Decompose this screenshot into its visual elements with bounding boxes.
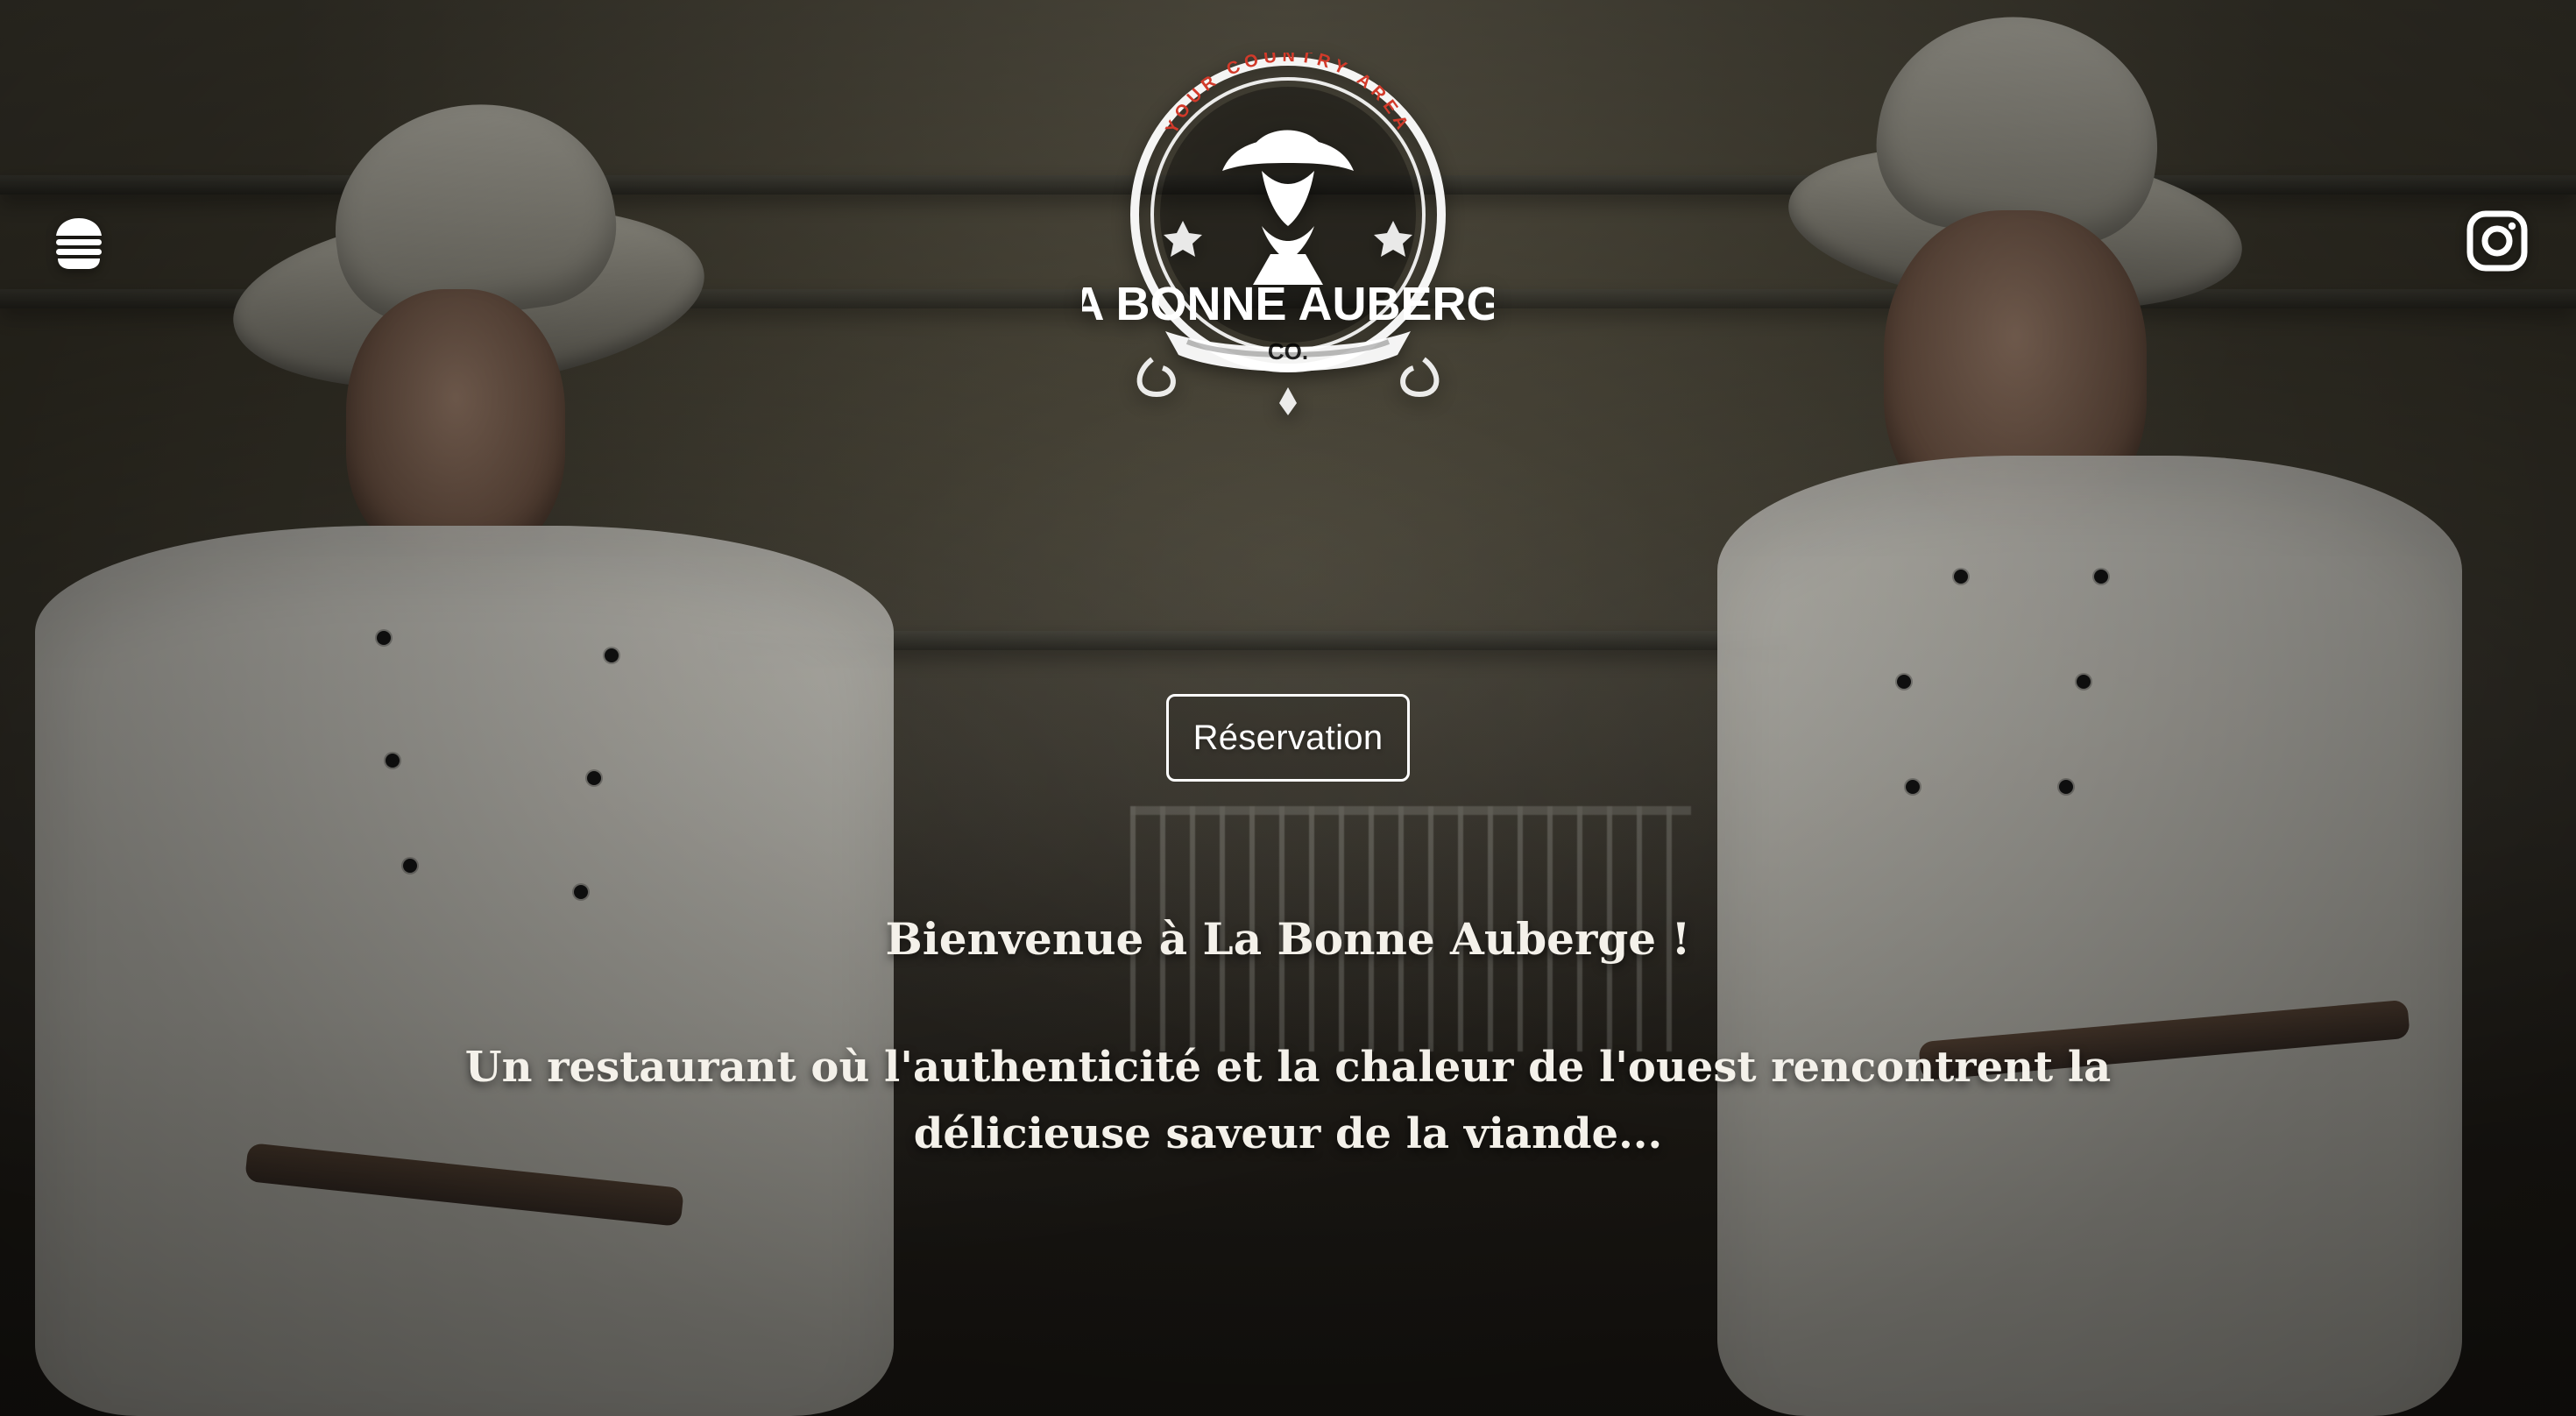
jacket-button xyxy=(1897,675,1911,689)
background-shelf xyxy=(718,631,1787,650)
jacket-button xyxy=(386,754,400,768)
logo-emblem: YOUR COUNTRY AREA LA BONNE AUBERGE CO. xyxy=(1041,46,1535,415)
jacket-button xyxy=(605,648,619,662)
jacket-button xyxy=(1906,780,1920,794)
jacket-button xyxy=(2094,570,2108,584)
hero-tagline: Un restaurant où l'authenticité et la ch… xyxy=(464,1043,2112,1158)
cowboy-hat xyxy=(1865,0,2174,256)
reservation-button[interactable]: Réservation xyxy=(1166,694,1410,782)
jacket-button xyxy=(574,885,588,899)
logo-brand-name: LA BONNE AUBERGE xyxy=(1082,278,1494,330)
logo-suffix: CO. xyxy=(1268,338,1308,365)
chef-face xyxy=(346,289,565,561)
chef-left-figure xyxy=(0,0,920,1416)
chef-face xyxy=(1884,210,2147,526)
jacket-button xyxy=(2077,675,2091,689)
jacket-button xyxy=(403,859,417,873)
reservation-button-label: Réservation xyxy=(1192,718,1384,757)
jacket-button xyxy=(1954,570,1968,584)
burger-menu-icon[interactable] xyxy=(39,202,118,280)
chef-right-figure xyxy=(1656,0,2576,1416)
chef-jacket xyxy=(35,526,894,1416)
jacket-button xyxy=(587,771,601,785)
instagram-icon[interactable] xyxy=(2458,202,2537,280)
jacket-button xyxy=(2059,780,2073,794)
jacket-button xyxy=(377,631,391,645)
hero-section: YOUR COUNTRY AREA LA BONNE AUBERGE CO. xyxy=(0,0,2576,1416)
welcome-heading: Bienvenue à La Bonne Auberge ! xyxy=(885,913,1691,965)
brand-logo[interactable]: YOUR COUNTRY AREA LA BONNE AUBERGE CO. xyxy=(1041,46,1535,421)
